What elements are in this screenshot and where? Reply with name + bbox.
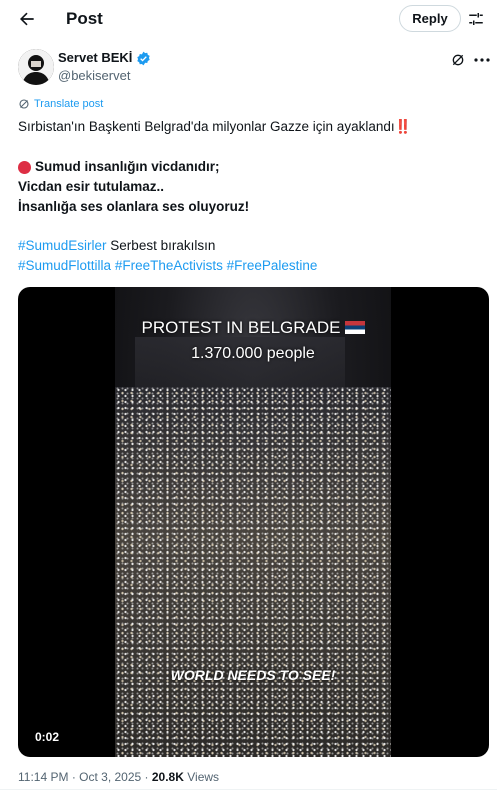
verified-badge-icon [137,51,151,65]
tweet-line-5-text: Serbest bırakılsın [106,238,216,253]
hashtag-link[interactable]: #FreePalestine [227,258,318,273]
tweet-line-1-text: Sırbistan'ın Başkenti Belgrad'da milyonl… [18,119,395,134]
post-time[interactable]: 11:14 PM [18,770,68,784]
avatar-photo [18,49,54,85]
top-bar: Post Reply [0,0,497,38]
video-overlay-title-text: PROTEST IN BELGRADE [141,318,341,337]
tweet-line-5: #SumudEsirler Serbest bırakılsın [18,236,215,256]
divider [0,789,497,790]
reply-button[interactable]: Reply [399,5,461,32]
meta-separator: · [141,770,152,784]
tweet-line-2: Sumud insanlığın vicdanıdır; [18,157,220,177]
author-handle[interactable]: @bekiservet [58,68,130,84]
more-icon[interactable] [474,52,490,68]
serbia-flag-icon [344,321,365,334]
back-button[interactable] [16,8,38,30]
translate-label: Translate post [34,98,104,110]
avatar[interactable] [18,49,54,85]
page-title: Post [66,9,103,28]
arrow-left-icon [20,12,34,26]
author-name[interactable]: Servet BEKİ [58,50,151,66]
views-label: Views [183,770,220,784]
tweet-line-4: İnsanlığa ses olanlara ses oluyoruz! [18,199,250,214]
hashtag-link[interactable]: #SumudFlottilla [18,258,111,273]
red-circle-icon [18,160,31,174]
crowd-lights [115,387,391,757]
video-frame: PROTEST IN BELGRADE 1.370.000 people WOR… [115,287,391,757]
translate-icon [19,99,29,109]
sliders-icon [469,13,483,25]
views-count: 20.8K [151,770,184,784]
post-date[interactable]: Oct 3, 2025 [79,770,141,784]
hashtag-link[interactable]: #SumudEsirler [18,238,107,253]
video-duration: 0:02 [30,728,65,746]
translate-post-link[interactable]: Translate post [18,98,103,110]
grok-glyph-icon [452,54,464,66]
tweet-line-1: Sırbistan'ın Başkenti Belgrad'da milyonl… [18,117,411,137]
tweet-line-2-text: Sumud insanlığın vicdanıdır; [35,159,220,174]
grok-icon[interactable] [450,52,466,68]
double-exclamation-emoji: ‼️ [394,119,412,134]
video-player[interactable]: PROTEST IN BELGRADE 1.370.000 people WOR… [18,287,489,757]
video-overlay-caption: WORLD NEEDS TO SEE! [170,667,336,683]
tweet-line-3: Vicdan esir tutulamaz.. [18,179,165,194]
meta-separator: · [68,770,80,784]
hashtag-link[interactable]: #FreeTheActivists [115,258,223,273]
ellipsis-icon [474,58,490,62]
filter-button[interactable] [466,9,486,29]
video-overlay-title: PROTEST IN BELGRADE [115,317,391,339]
post-meta: 11:14 PM · Oct 3, 2025 · 20.8K Views [18,770,219,784]
author-name-text: Servet BEKİ [58,50,133,65]
video-overlay-count: 1.370.000 people [191,345,315,362]
tweet-line-6: #SumudFlottilla #FreeTheActivists #FreeP… [18,256,317,276]
